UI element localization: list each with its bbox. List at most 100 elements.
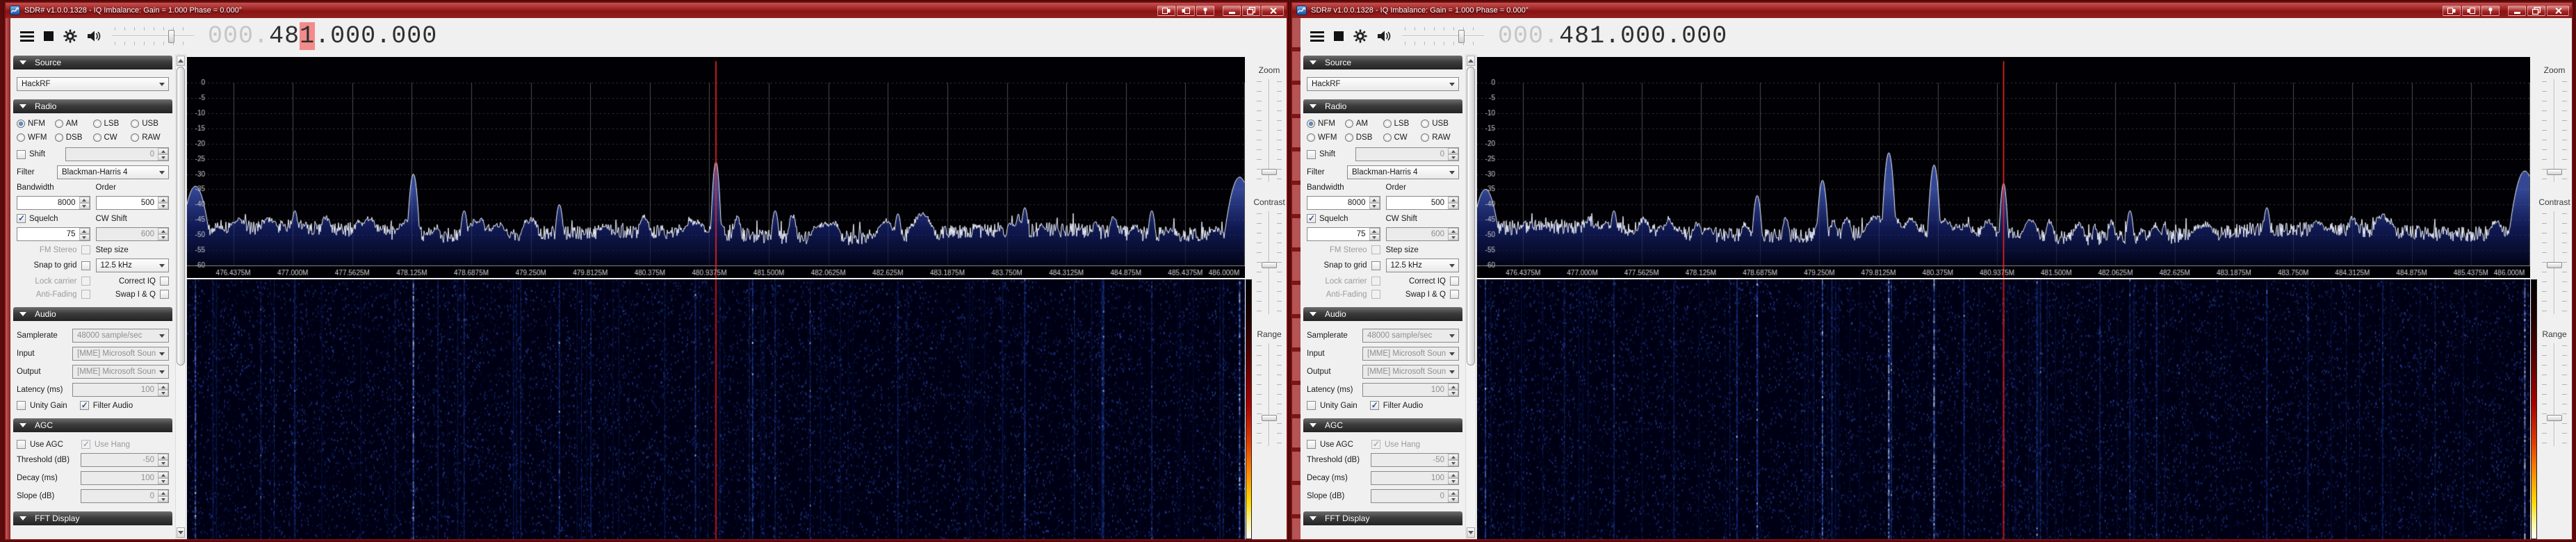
scroll-up-button[interactable] bbox=[1467, 56, 1475, 66]
spinner-arrows[interactable] bbox=[158, 148, 168, 161]
fm-stereo-checkbox[interactable] bbox=[1371, 245, 1380, 254]
title-bar[interactable]: SDR# v1.0.0.1328 - IQ Imbalance: Gain = … bbox=[1292, 3, 2572, 18]
contrast-slider-thumb[interactable] bbox=[1262, 262, 1277, 268]
scroll-down-button[interactable] bbox=[1467, 527, 1475, 538]
dock-left-button[interactable] bbox=[2443, 6, 2461, 16]
audio-panel-header[interactable]: Audio bbox=[13, 307, 172, 321]
radio-am[interactable]: AM bbox=[55, 120, 93, 128]
anti-fading-checkbox[interactable] bbox=[81, 290, 90, 299]
source-panel-header[interactable]: Source bbox=[13, 56, 172, 69]
unity-gain-checkbox[interactable] bbox=[1307, 401, 1316, 410]
source-device-select[interactable]: HackRF bbox=[17, 77, 169, 91]
range-slider-thumb[interactable] bbox=[2547, 415, 2562, 421]
squelch-spinner[interactable]: 75 bbox=[1307, 227, 1380, 241]
close-button[interactable] bbox=[1262, 6, 1284, 16]
spinner-arrows[interactable] bbox=[1448, 228, 1458, 240]
frequency-display[interactable]: 000.481.000.000 bbox=[1498, 22, 1727, 50]
dock-right-button[interactable] bbox=[1177, 6, 1195, 16]
use-hang-checkbox[interactable] bbox=[1371, 440, 1380, 449]
contrast-slider-thumb[interactable] bbox=[2547, 262, 2562, 268]
pin-button[interactable] bbox=[1196, 6, 1214, 16]
radio-nfm[interactable]: NFM bbox=[1307, 120, 1345, 128]
menu-button[interactable] bbox=[1310, 31, 1324, 42]
spinner-arrows[interactable] bbox=[79, 197, 90, 209]
spinner-arrows[interactable] bbox=[158, 384, 168, 396]
use-hang-checkbox[interactable] bbox=[81, 440, 90, 449]
agc-slope-spinner[interactable]: 0 bbox=[1371, 489, 1459, 503]
radio-usb[interactable]: USB bbox=[1421, 120, 1459, 128]
spinner-arrows[interactable] bbox=[1448, 472, 1458, 484]
source-device-select[interactable]: HackRF bbox=[1307, 77, 1459, 91]
lock-carrier-checkbox[interactable] bbox=[81, 277, 90, 286]
spinner-arrows[interactable] bbox=[158, 228, 168, 240]
spinner-arrows[interactable] bbox=[1448, 490, 1458, 502]
latency-spinner[interactable]: 100 bbox=[1362, 383, 1459, 397]
radio-wfm[interactable]: WFM bbox=[17, 133, 55, 142]
latency-spinner[interactable]: 100 bbox=[72, 383, 169, 397]
radio-cw[interactable]: CW bbox=[1383, 133, 1421, 142]
fft-display-panel-header[interactable]: FFT Display bbox=[13, 511, 172, 525]
pin-button[interactable] bbox=[2481, 6, 2500, 16]
filter-audio-checkbox[interactable] bbox=[1370, 401, 1379, 410]
spinner-arrows[interactable] bbox=[158, 197, 168, 209]
menu-button[interactable] bbox=[20, 31, 34, 42]
audio-input-select[interactable]: [MME] Microsoft Soun bbox=[72, 347, 169, 361]
maximize-button[interactable] bbox=[1242, 6, 1260, 16]
correct-iq-checkbox[interactable] bbox=[160, 277, 169, 286]
agc-panel-header[interactable]: AGC bbox=[13, 418, 172, 432]
spinner-arrows[interactable] bbox=[158, 490, 168, 502]
shift-spinner[interactable]: 0 bbox=[1355, 147, 1459, 161]
bandwidth-spinner[interactable]: 8000 bbox=[17, 196, 90, 210]
spinner-arrows[interactable] bbox=[79, 228, 90, 240]
spinner-arrows[interactable] bbox=[1448, 384, 1458, 396]
maximize-button[interactable] bbox=[2527, 6, 2545, 16]
radio-panel-header[interactable]: Radio bbox=[1303, 99, 1462, 113]
radio-panel-header[interactable]: Radio bbox=[13, 99, 172, 113]
fm-stereo-checkbox[interactable] bbox=[81, 245, 90, 254]
agc-decay-spinner[interactable]: 100 bbox=[1371, 471, 1459, 485]
shift-spinner[interactable]: 0 bbox=[65, 147, 169, 161]
zoom-slider[interactable] bbox=[2542, 79, 2567, 182]
cw-shift-spinner[interactable]: 600 bbox=[1386, 227, 1460, 241]
range-slider[interactable] bbox=[1257, 343, 1282, 446]
waterfall-display[interactable] bbox=[1477, 279, 2530, 539]
audio-output-select[interactable]: [MME] Microsoft Soun bbox=[72, 365, 169, 379]
contrast-slider[interactable] bbox=[1257, 211, 1282, 314]
zoom-slider-thumb[interactable] bbox=[2547, 169, 2562, 175]
spinner-arrows[interactable] bbox=[1448, 454, 1458, 466]
swap-iq-checkbox[interactable] bbox=[1450, 290, 1459, 299]
contrast-slider[interactable] bbox=[2542, 211, 2567, 314]
filter-audio-checkbox[interactable] bbox=[80, 401, 89, 410]
sidebar-scrollbar[interactable] bbox=[175, 54, 186, 539]
close-button[interactable] bbox=[2547, 6, 2569, 16]
squelch-checkbox[interactable] bbox=[17, 214, 26, 223]
sidebar-scrollbar[interactable] bbox=[1465, 54, 1476, 539]
anti-fading-checkbox[interactable] bbox=[1371, 290, 1380, 299]
scrollbar-thumb[interactable] bbox=[177, 67, 185, 366]
radio-dsb[interactable]: DSB bbox=[1345, 133, 1383, 142]
radio-raw[interactable]: RAW bbox=[1421, 133, 1459, 142]
waterfall-display[interactable] bbox=[187, 279, 1245, 539]
radio-raw[interactable]: RAW bbox=[131, 133, 169, 142]
minimize-button[interactable] bbox=[1223, 6, 1241, 16]
stop-button[interactable] bbox=[1334, 31, 1344, 41]
zoom-slider[interactable] bbox=[1257, 79, 1282, 182]
scroll-up-button[interactable] bbox=[177, 56, 185, 66]
source-panel-header[interactable]: Source bbox=[1303, 56, 1462, 69]
cw-shift-spinner[interactable]: 600 bbox=[96, 227, 170, 241]
agc-slope-spinner[interactable]: 0 bbox=[81, 489, 169, 503]
step-size-select[interactable]: 12.5 kHz bbox=[96, 258, 170, 272]
radio-am[interactable]: AM bbox=[1345, 120, 1383, 128]
samplerate-select[interactable]: 48000 sample/sec bbox=[1362, 329, 1459, 343]
audio-panel-header[interactable]: Audio bbox=[1303, 307, 1462, 321]
use-agc-checkbox[interactable] bbox=[1307, 440, 1316, 449]
filter-select[interactable]: Blackman-Harris 4 bbox=[57, 165, 169, 179]
mute-button[interactable] bbox=[87, 30, 102, 42]
radio-lsb[interactable]: LSB bbox=[1383, 120, 1421, 128]
range-slider-thumb[interactable] bbox=[1262, 415, 1277, 421]
samplerate-select[interactable]: 48000 sample/sec bbox=[72, 329, 169, 343]
spinner-arrows[interactable] bbox=[1369, 228, 1380, 240]
snap-to-grid-checkbox[interactable] bbox=[1371, 261, 1380, 270]
filter-select[interactable]: Blackman-Harris 4 bbox=[1347, 165, 1459, 179]
spinner-arrows[interactable] bbox=[1448, 197, 1458, 209]
